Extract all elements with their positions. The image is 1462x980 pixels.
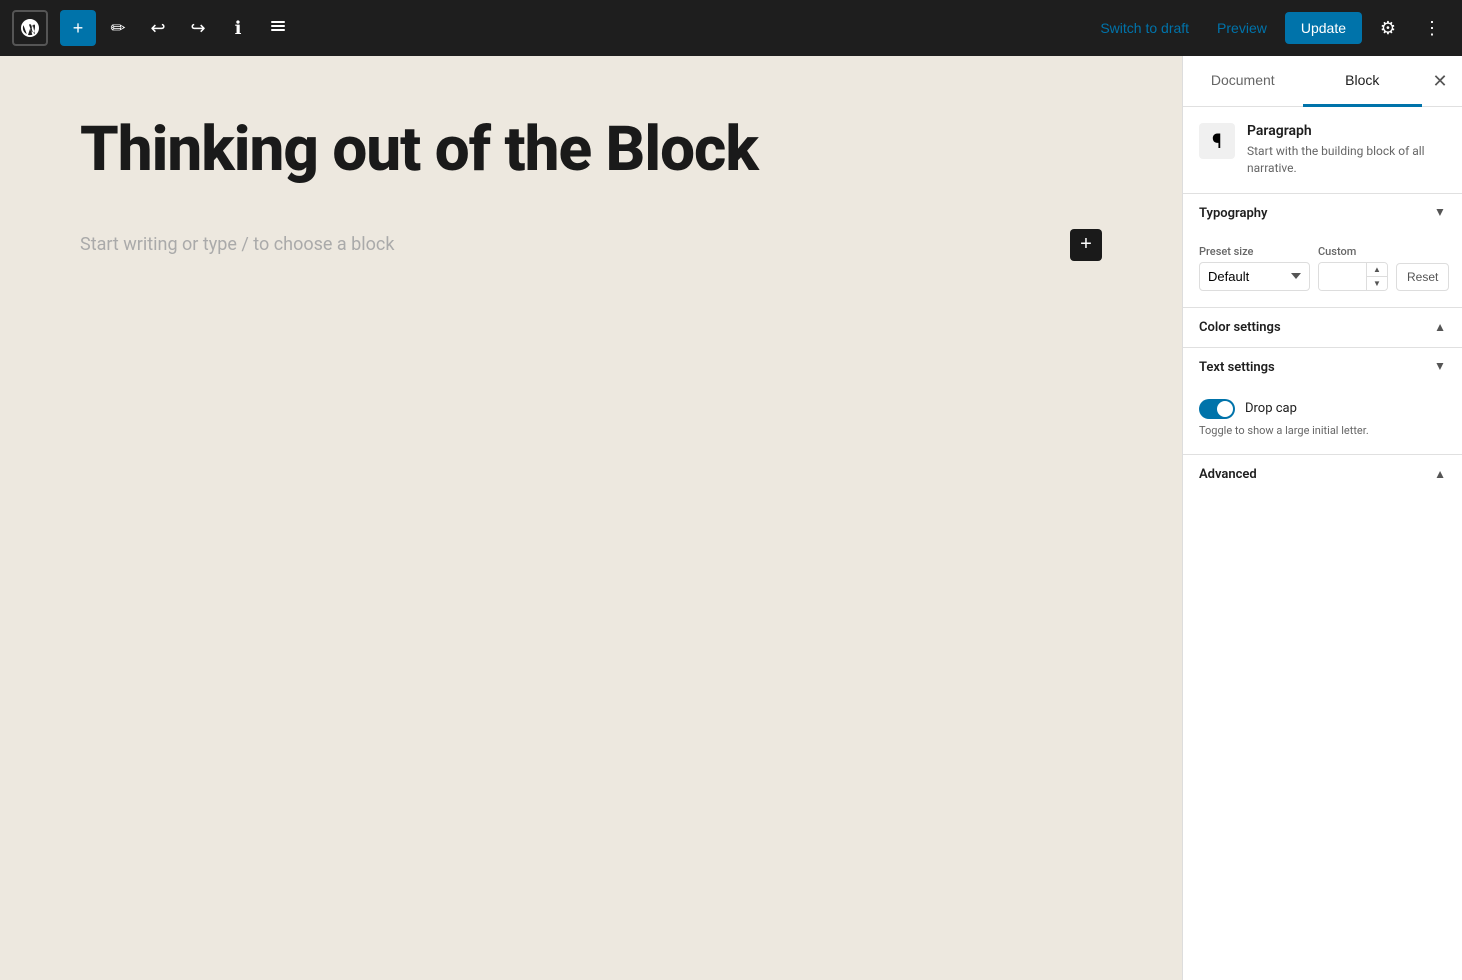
main-toolbar: + ✏ ↩ ↪ ℹ Switch to draft Preview Update… bbox=[0, 0, 1462, 56]
color-settings-section: Color settings ▲ bbox=[1183, 308, 1462, 348]
redo-icon: ↪ bbox=[190, 18, 205, 39]
info-icon: ℹ bbox=[235, 18, 242, 39]
typography-controls-row: Preset size Default Small Medium Large X… bbox=[1199, 245, 1446, 291]
tools-button[interactable]: ✏ bbox=[100, 10, 136, 46]
preset-size-group: Preset size Default Small Medium Large X… bbox=[1199, 245, 1310, 291]
preset-size-label: Preset size bbox=[1199, 245, 1310, 258]
preset-size-select[interactable]: Default Small Medium Large X-Large bbox=[1199, 262, 1310, 291]
advanced-section-title: Advanced bbox=[1199, 467, 1257, 482]
block-type-description: Start with the building block of all nar… bbox=[1247, 143, 1446, 177]
custom-size-input-group: ▲ ▼ bbox=[1318, 262, 1388, 291]
color-settings-chevron-icon: ▲ bbox=[1434, 320, 1446, 334]
typography-chevron-icon: ▲ bbox=[1434, 206, 1446, 220]
custom-size-label: Custom bbox=[1318, 245, 1388, 258]
paragraph-placeholder[interactable]: Start writing or type / to choose a bloc… bbox=[80, 224, 394, 265]
block-info-text: Paragraph Start with the building block … bbox=[1247, 123, 1446, 177]
sidebar-close-button[interactable]: ✕ bbox=[1422, 63, 1458, 99]
number-spinners: ▲ ▼ bbox=[1366, 263, 1387, 290]
drop-cap-label: Drop cap bbox=[1245, 401, 1297, 416]
toolbar-right: Switch to draft Preview Update ⚙ ⋮ bbox=[1090, 10, 1450, 46]
undo-button[interactable]: ↩ bbox=[140, 10, 176, 46]
tab-document[interactable]: Document bbox=[1183, 56, 1303, 107]
add-icon: + bbox=[73, 18, 84, 39]
list-view-button[interactable] bbox=[260, 10, 296, 46]
text-settings-body: Drop cap Toggle to show a large initial … bbox=[1183, 387, 1462, 454]
drop-cap-toggle[interactable] bbox=[1199, 399, 1235, 419]
reset-group: Reset bbox=[1396, 263, 1446, 291]
gear-icon: ⚙ bbox=[1380, 18, 1396, 39]
switch-to-draft-button[interactable]: Switch to draft bbox=[1090, 14, 1199, 42]
custom-size-input[interactable] bbox=[1319, 263, 1366, 290]
text-settings-chevron-icon: ▲ bbox=[1434, 360, 1446, 374]
plus-icon: + bbox=[1080, 233, 1092, 256]
block-type-icon: ¶ bbox=[1199, 123, 1235, 159]
undo-icon: ↩ bbox=[150, 18, 165, 39]
advanced-section-header[interactable]: Advanced ▲ bbox=[1183, 455, 1462, 494]
typography-section-title: Typography bbox=[1199, 206, 1268, 221]
increment-button[interactable]: ▲ bbox=[1367, 263, 1387, 277]
update-button[interactable]: Update bbox=[1285, 12, 1362, 44]
drop-cap-hint: Toggle to show a large initial letter. bbox=[1199, 423, 1446, 438]
close-icon: ✕ bbox=[1432, 71, 1447, 92]
color-settings-section-header[interactable]: Color settings ▲ bbox=[1183, 308, 1462, 347]
main-layout: Thinking out of the Block Start writing … bbox=[0, 56, 1462, 980]
wordpress-logo[interactable] bbox=[12, 10, 48, 46]
editor-area[interactable]: Thinking out of the Block Start writing … bbox=[0, 56, 1182, 980]
settings-button[interactable]: ⚙ bbox=[1370, 10, 1406, 46]
tab-block[interactable]: Block bbox=[1303, 56, 1423, 107]
typography-section-body: Preset size Default Small Medium Large X… bbox=[1183, 233, 1462, 307]
toggle-knob bbox=[1217, 401, 1233, 417]
text-settings-section: Text settings ▲ Drop cap Toggle to show … bbox=[1183, 348, 1462, 455]
block-type-title: Paragraph bbox=[1247, 123, 1446, 139]
ellipsis-icon: ⋮ bbox=[1423, 18, 1441, 39]
sidebar-header: Document Block ✕ bbox=[1183, 56, 1462, 107]
redo-button[interactable]: ↪ bbox=[180, 10, 216, 46]
add-block-button[interactable]: + bbox=[60, 10, 96, 46]
custom-size-group: Custom ▲ ▼ bbox=[1318, 245, 1388, 291]
pencil-icon: ✏ bbox=[110, 18, 125, 39]
paragraph-icon: ¶ bbox=[1212, 129, 1222, 153]
more-options-button[interactable]: ⋮ bbox=[1414, 10, 1450, 46]
typography-section: Typography ▲ Preset size Default Small M… bbox=[1183, 194, 1462, 308]
text-settings-section-header[interactable]: Text settings ▲ bbox=[1183, 348, 1462, 387]
decrement-button[interactable]: ▼ bbox=[1367, 277, 1387, 290]
info-button[interactable]: ℹ bbox=[220, 10, 256, 46]
toggle-slider bbox=[1199, 399, 1235, 419]
typography-section-header[interactable]: Typography ▲ bbox=[1183, 194, 1462, 233]
text-settings-title: Text settings bbox=[1199, 360, 1275, 375]
reset-button[interactable]: Reset bbox=[1396, 263, 1449, 291]
list-icon bbox=[269, 17, 287, 40]
advanced-section: Advanced ▲ bbox=[1183, 455, 1462, 494]
sidebar: Document Block ✕ ¶ Paragraph Start with … bbox=[1182, 56, 1462, 980]
preview-button[interactable]: Preview bbox=[1207, 14, 1277, 42]
color-settings-title: Color settings bbox=[1199, 320, 1281, 335]
inline-add-block-button[interactable]: + bbox=[1070, 229, 1102, 261]
block-info: ¶ Paragraph Start with the building bloc… bbox=[1183, 107, 1462, 194]
drop-cap-row: Drop cap bbox=[1199, 399, 1446, 419]
paragraph-block[interactable]: Start writing or type / to choose a bloc… bbox=[80, 224, 1102, 265]
post-heading[interactable]: Thinking out of the Block bbox=[80, 116, 1102, 184]
advanced-chevron-icon: ▲ bbox=[1434, 467, 1446, 481]
